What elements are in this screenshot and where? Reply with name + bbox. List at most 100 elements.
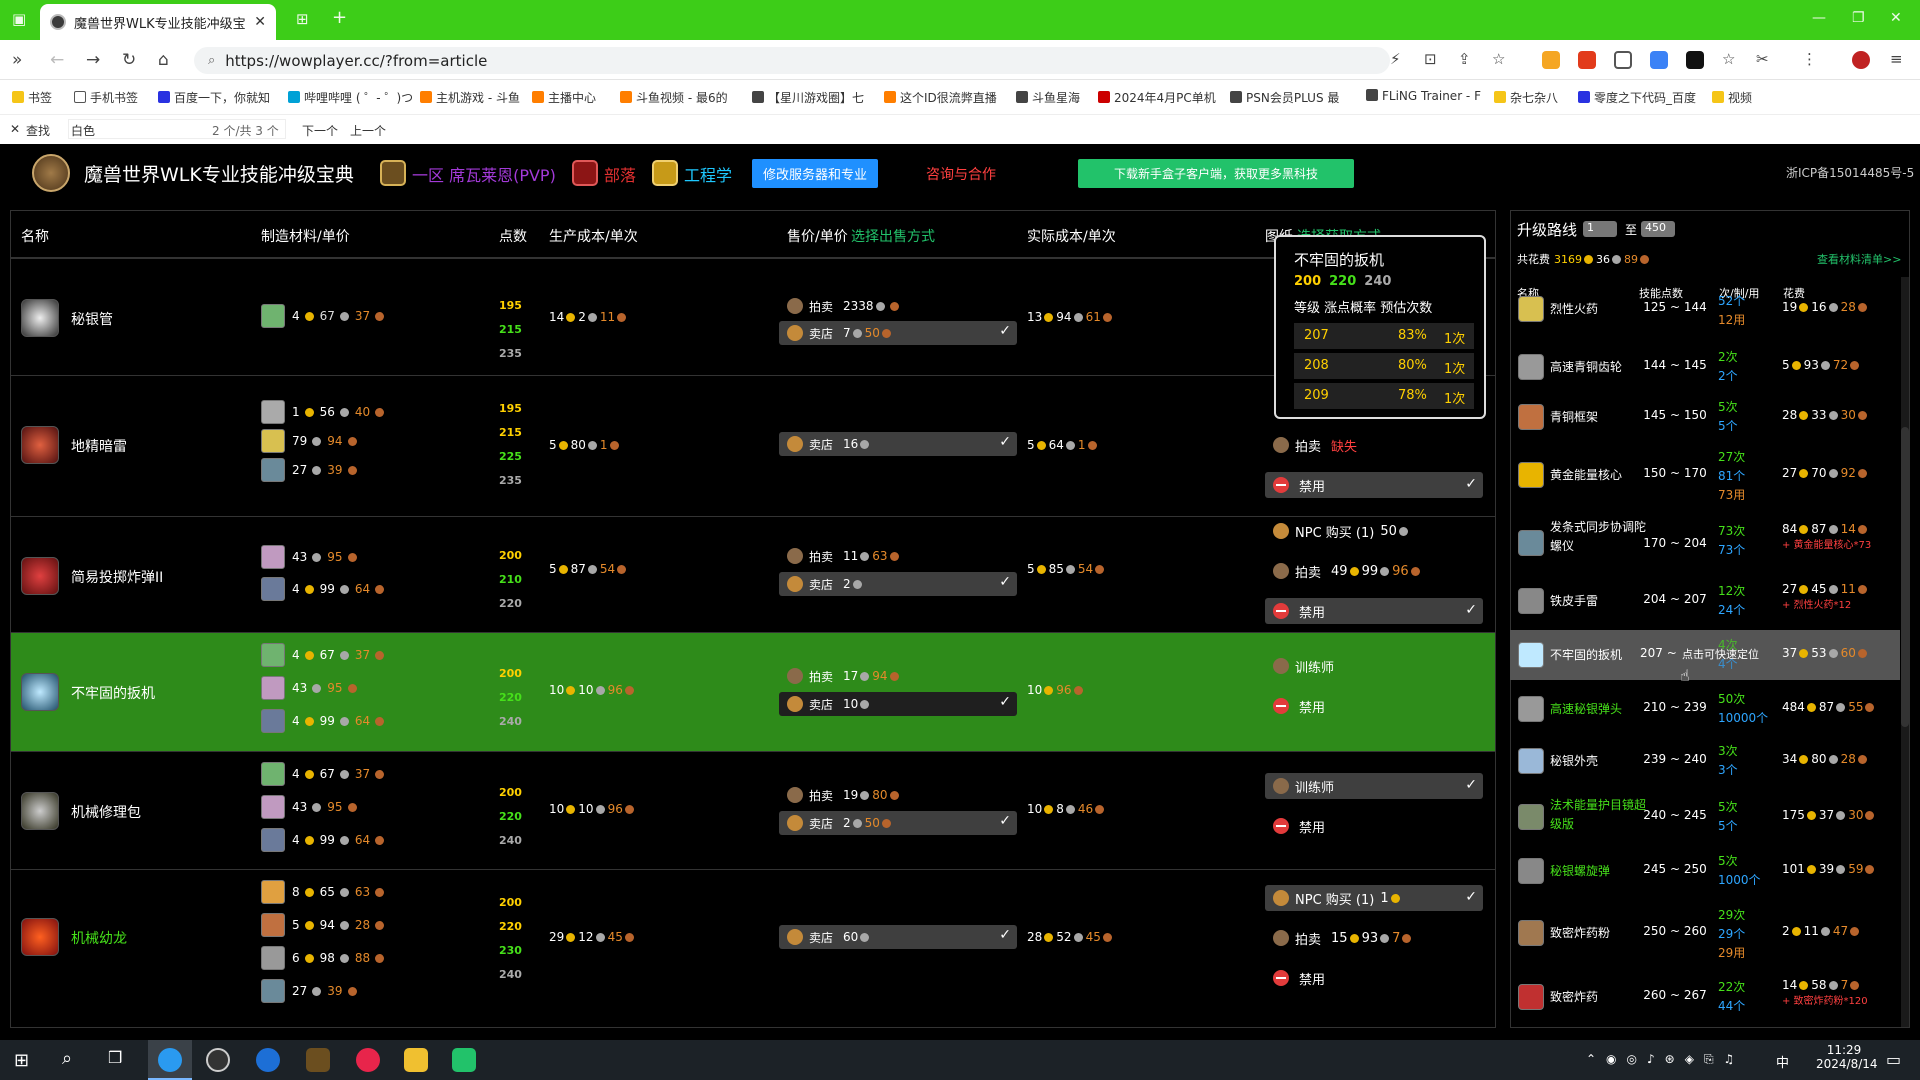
route-scrollbar[interactable] <box>1901 277 1909 1027</box>
recipe-ban[interactable]: 禁用 <box>1265 965 1483 991</box>
close-tab-icon[interactable]: ✕ <box>254 14 266 30</box>
bookmark-item[interactable]: 斗鱼星海 <box>1016 89 1080 106</box>
sell-vendor[interactable]: 卖店 7 50 ✓ <box>779 321 1017 345</box>
translate-icon[interactable] <box>1650 51 1668 69</box>
table-row[interactable]: 机械幼龙 8 65 63 5 94 28 6 98 88 27 39 200 220 230 … <box>11 869 1495 1027</box>
browser-app-icon[interactable] <box>158 1048 182 1072</box>
tray-chevron-icon[interactable]: ⌃ <box>1586 1052 1596 1066</box>
bookmark-item[interactable]: 百度一下，你就知 <box>158 89 270 106</box>
bookmark-folder[interactable]: 杂七杂八 <box>1494 89 1558 106</box>
bookmark-item[interactable]: 书签 <box>12 89 52 106</box>
sell-vendor[interactable]: 卖店 2 50 ✓ <box>779 811 1017 835</box>
home-icon[interactable]: ⌂ <box>158 50 169 70</box>
recipe-npc[interactable]: NPC 购买 (1) 1 ✓ <box>1265 885 1483 911</box>
faction-name[interactable]: 部落 <box>604 162 636 186</box>
restore-icon[interactable]: ❐ <box>1852 10 1865 26</box>
recipe-auction[interactable]: 拍卖 49 99 96 <box>1265 558 1483 584</box>
search-icon[interactable]: ⌕ <box>62 1048 72 1069</box>
notification-icon[interactable]: ▭ <box>1886 1050 1901 1069</box>
ime-indicator[interactable]: 中 <box>1776 1052 1789 1071</box>
sidebar-toggle-icon[interactable]: ▣ <box>12 10 26 28</box>
sell-vendor[interactable]: 卖店 16 ✓ <box>779 432 1017 456</box>
route-row[interactable]: 高速秘银弹头 210 ~ 239 50次 10000个 484 87 55 <box>1510 686 1900 732</box>
clock[interactable]: 11:29 2024/8/14 <box>1816 1043 1878 1071</box>
modify-server-button[interactable]: 修改服务器和专业 <box>752 159 878 188</box>
sell-vendor[interactable]: 卖店 2 ✓ <box>779 572 1017 596</box>
task-view-icon[interactable]: ❒ <box>108 1048 122 1067</box>
sell-option-link[interactable]: 选择出售方式 <box>851 226 935 246</box>
sell-auction[interactable]: 拍卖 23 38 <box>779 294 1017 318</box>
expand-icon[interactable]: » <box>12 50 22 70</box>
close-window-icon[interactable]: ✕ <box>1890 10 1902 26</box>
recipe-trainer[interactable]: 训练师 <box>1265 653 1483 679</box>
bookmark-item[interactable]: 【星川游戏圈】七 <box>752 89 864 106</box>
route-row[interactable]: 法术能量护目镜超级版 240 ~ 245 5次 5个 175 37 30 <box>1510 790 1900 842</box>
sell-vendor[interactable]: 卖店 10 ✓ <box>779 692 1017 716</box>
route-row[interactable]: 青铜框架 145 ~ 150 5次 5个 28 33 30 <box>1510 396 1900 440</box>
route-row[interactable]: 发条式同步协调陀螺仪 170 ~ 204 73次 73个 84 87 14 + 黄金能量… <box>1510 516 1900 570</box>
bookmark-item[interactable]: 主机游戏 - 斗鱼 <box>420 89 520 106</box>
table-row[interactable]: 简易投掷炸弹II 43 95 4 99 64 200 210 220 5 87 54 拍卖… <box>11 516 1495 632</box>
route-row[interactable]: 秘银外壳 239 ~ 240 3次 3个 34 80 28 <box>1510 738 1900 784</box>
menu-icon[interactable]: ≡ <box>1890 50 1903 68</box>
recipe-trainer[interactable]: 训练师 ✓ <box>1265 773 1483 799</box>
bookmark-item[interactable]: 主播中心 <box>532 89 596 106</box>
icp-text[interactable]: 浙ICP备15014485号-5 <box>1786 164 1914 181</box>
route-row[interactable]: 秘银螺旋弹 245 ~ 250 5次 1000个 101 39 59 <box>1510 848 1900 894</box>
download-client-button[interactable]: 下载新手盒子客户端，获取更多黑科技 <box>1078 159 1354 188</box>
windows-start-icon[interactable]: ⊞ <box>14 1050 29 1071</box>
screenshot-icon[interactable]: ⊡ <box>1424 50 1437 68</box>
bookmark-item[interactable]: PSN会员PLUS 最 <box>1230 89 1339 106</box>
table-row[interactable]: 机械修理包 4 67 37 43 95 4 99 64 200 220 240 10 10 9… <box>11 751 1495 869</box>
route-row[interactable]: 铁皮手雷 204 ~ 207 12次 24个 27 45 11 + 烈性火药*12 <box>1510 578 1900 628</box>
recipe-ban[interactable]: 禁用 <box>1265 813 1483 839</box>
minimize-icon[interactable]: — <box>1812 10 1826 26</box>
extension-icon-2[interactable] <box>1578 51 1596 69</box>
more-icon[interactable]: ⋮ <box>1802 50 1817 68</box>
route-to-input[interactable]: 450 <box>1641 221 1675 237</box>
bookmark-item[interactable]: 零度之下代码_百度 <box>1578 89 1696 106</box>
bookmark-item[interactable]: 手机书签 <box>74 89 138 106</box>
sell-auction[interactable]: 拍卖 11 63 <box>779 544 1017 568</box>
bookmark-folder[interactable]: 视频 <box>1712 89 1752 106</box>
share-icon[interactable]: ⇪ <box>1458 50 1471 68</box>
extension-icon-1[interactable] <box>1542 51 1560 69</box>
item-name[interactable]: 秘银管 <box>71 309 113 329</box>
sell-vendor[interactable]: 卖店 60 ✓ <box>779 925 1017 949</box>
route-row[interactable]: 黄金能量核心 150 ~ 170 27次 81个 73用 27 70 92 <box>1510 448 1900 508</box>
wow-app-icon[interactable] <box>306 1048 330 1072</box>
scissors-icon[interactable]: ✂ <box>1756 50 1769 68</box>
system-tray[interactable]: ◉ ◎ ♪ ⊛ ◈ ⎘ ♫ <box>1606 1052 1734 1067</box>
new-tab-icon[interactable]: + <box>332 7 347 28</box>
extension-icon-3[interactable] <box>1614 51 1632 69</box>
recipe-ban[interactable]: 禁用 <box>1265 693 1483 719</box>
route-row[interactable]: 致密炸药粉 250 ~ 260 29次 29个 29用 2 11 47 <box>1510 902 1900 962</box>
favorites-icon[interactable]: ☆ <box>1722 50 1735 68</box>
recipe-auction[interactable]: 拍卖 缺失 <box>1265 432 1483 458</box>
recipe-auction[interactable]: 拍卖 15 93 7 <box>1265 925 1483 951</box>
route-from-input[interactable]: 1 <box>1583 221 1617 237</box>
bookmark-item[interactable]: 这个ID很流弊直播 <box>884 89 997 106</box>
netease-music-app-icon[interactable] <box>356 1048 380 1072</box>
lightning-icon[interactable]: ⚡ <box>1390 50 1401 68</box>
steam-app-icon[interactable] <box>206 1048 230 1072</box>
route-row[interactable]: 致密炸药 260 ~ 267 22次 44个 14 58 7 + 致密炸药粉*120 <box>1510 970 1900 1022</box>
sell-auction[interactable]: 拍卖 19 80 <box>779 783 1017 807</box>
sell-auction[interactable]: 拍卖 17 94 <box>779 664 1017 688</box>
reload-icon[interactable]: ↻ <box>122 50 136 70</box>
recipe-ban[interactable]: 禁用 ✓ <box>1265 598 1483 624</box>
extension-icon-5[interactable] <box>1686 51 1704 69</box>
view-materials-link[interactable]: 查看材料清单>> <box>1817 251 1901 267</box>
table-row-highlighted[interactable]: 不牢固的扳机 4 67 37 43 95 4 99 64 200 220 240 10 10… <box>11 632 1495 751</box>
bookmark-item[interactable]: 2024年4月PC单机 <box>1098 89 1216 106</box>
avatar[interactable] <box>1852 51 1870 69</box>
bookmark-item[interactable]: 斗鱼视频 - 最6的 <box>620 89 728 106</box>
browser-tab-active[interactable]: 魔兽世界WLK专业技能冲级宝典 ✕ <box>40 4 276 40</box>
bookmark-item[interactable]: FLiNG Trainer - F <box>1366 89 1481 103</box>
item-name[interactable]: 机械幼龙 <box>71 928 127 948</box>
route-row-highlighted[interactable]: 不牢固的扳机 207 ~ 4次 4个 点击可快速定位 37 53 60 ☝ <box>1510 630 1900 685</box>
route-row[interactable]: 高速青铜齿轮 144 ~ 145 2次 2个 5 93 72 <box>1510 346 1900 390</box>
item-name[interactable]: 不牢固的扳机 <box>71 683 155 703</box>
consult-link[interactable]: 咨询与合作 <box>926 164 996 184</box>
route-row[interactable]: 烈性火药 125 ~ 144 52个 12用 19 16 28 <box>1510 294 1900 338</box>
